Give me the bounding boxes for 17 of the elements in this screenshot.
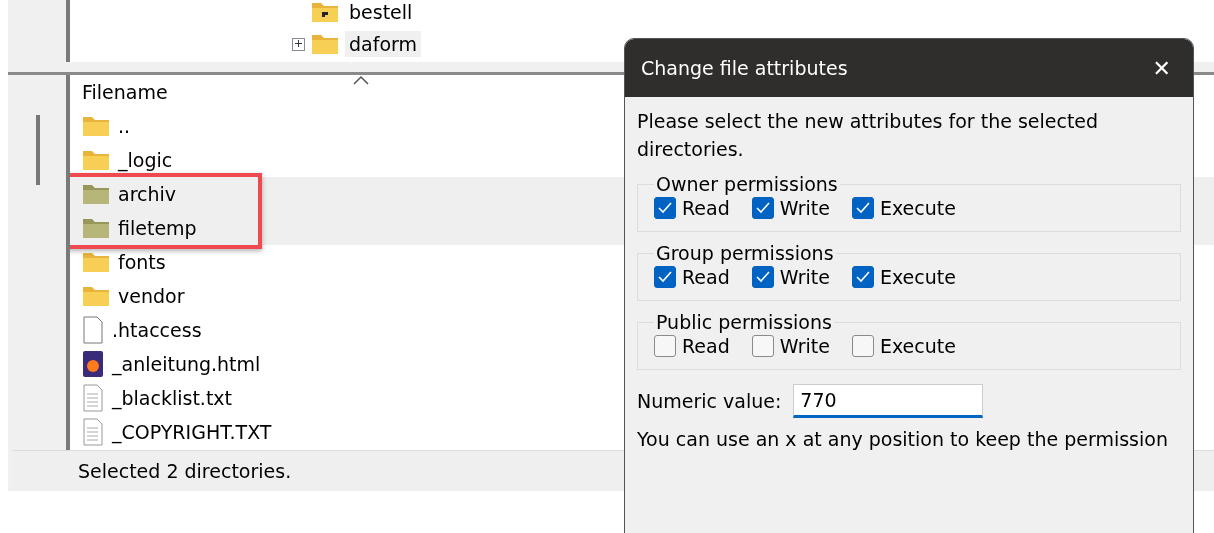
- file-name: filetemp: [118, 217, 197, 239]
- file-name: fonts: [118, 251, 166, 273]
- file-name: archiv: [118, 183, 177, 205]
- group-title: Group permissions: [655, 242, 835, 264]
- group-title: Owner permissions: [655, 173, 839, 195]
- file-name: _anleitung.html: [112, 353, 261, 375]
- file-name: _blacklist.txt: [112, 387, 233, 409]
- group-title: Public permissions: [655, 311, 833, 333]
- dialog-title: Change file attributes: [641, 57, 848, 79]
- intro-text: Please select the new attributes for the selected directories.: [637, 109, 1100, 162]
- file-name: .htaccess: [112, 319, 202, 341]
- field-label: Numeric value:: [637, 390, 782, 412]
- file-name: _logic: [118, 149, 173, 171]
- file-name: ..: [118, 115, 131, 137]
- file-name: vendor: [118, 285, 185, 307]
- file-name: _COPYRIGHT.TXT: [112, 421, 272, 443]
- hint-text: You can use an x at any position to keep the permission: [637, 428, 1169, 450]
